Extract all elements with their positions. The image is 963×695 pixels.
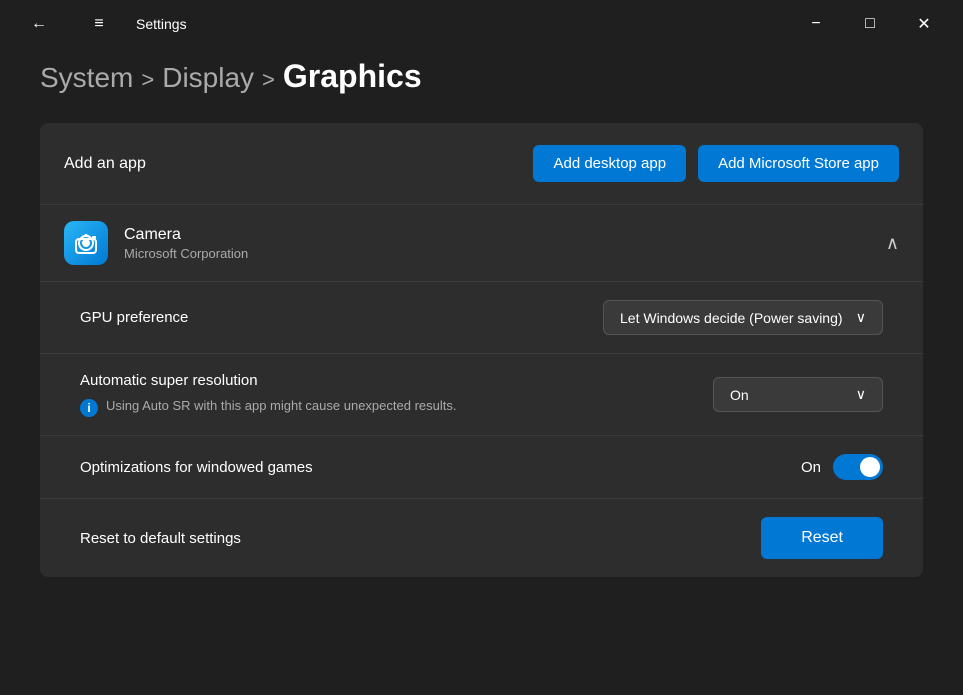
reset-button[interactable]: Reset <box>761 517 883 559</box>
reset-row: Reset to default settings Reset <box>40 499 923 577</box>
add-app-row: Add an app Add desktop app Add Microsoft… <box>40 123 923 205</box>
add-store-app-button[interactable]: Add Microsoft Store app <box>698 145 899 182</box>
breadcrumb-display[interactable]: Display <box>162 62 254 94</box>
main-content: System > Display > Graphics Add an app A… <box>0 58 963 577</box>
camera-app-item[interactable]: Camera Microsoft Corporation ∧ <box>40 205 923 282</box>
add-app-buttons: Add desktop app Add Microsoft Store app <box>533 145 899 182</box>
camera-app-icon <box>64 221 108 265</box>
breadcrumb-system[interactable]: System <box>40 62 133 94</box>
menu-button[interactable]: ≡ <box>76 8 122 40</box>
gpu-preference-label: GPU preference <box>80 309 188 326</box>
add-app-label: Add an app <box>64 155 146 173</box>
breadcrumb-graphics: Graphics <box>283 58 422 95</box>
auto-sr-desc-row: i Using Auto SR with this app might caus… <box>80 397 456 417</box>
camera-app-publisher: Microsoft Corporation <box>124 246 886 261</box>
gpu-preference-row: GPU preference Let Windows decide (Power… <box>40 282 923 354</box>
auto-sr-description: Using Auto SR with this app might cause … <box>106 397 456 415</box>
gpu-preference-value: Let Windows decide (Power saving) <box>620 310 843 326</box>
settings-panel: Add an app Add desktop app Add Microsoft… <box>40 123 923 577</box>
breadcrumb-sep-2: > <box>262 67 275 93</box>
title-bar: ← ≡ Settings − □ ✕ <box>0 0 963 48</box>
auto-sr-chevron-icon: ∨ <box>856 386 866 403</box>
app-title: Settings <box>136 16 187 32</box>
close-button[interactable]: ✕ <box>901 8 947 40</box>
windowed-games-row: Optimizations for windowed games On <box>40 436 923 499</box>
window-buttons: − □ ✕ <box>793 8 947 40</box>
auto-sr-value: On <box>730 387 749 403</box>
windowed-games-status: On <box>801 459 821 476</box>
reset-label: Reset to default settings <box>80 530 241 547</box>
windowed-games-label: Optimizations for windowed games <box>80 459 313 476</box>
camera-chevron-icon[interactable]: ∧ <box>886 233 899 254</box>
windowed-games-toggle[interactable] <box>833 454 883 480</box>
auto-sr-title: Automatic super resolution <box>80 372 456 389</box>
breadcrumb: System > Display > Graphics <box>40 58 923 95</box>
toggle-knob <box>860 457 880 477</box>
title-bar-controls: ← ≡ Settings <box>16 8 781 40</box>
auto-sr-row: Automatic super resolution i Using Auto … <box>40 354 923 436</box>
breadcrumb-sep-1: > <box>141 67 154 93</box>
auto-sr-dropdown[interactable]: On ∨ <box>713 377 883 412</box>
camera-app-name: Camera <box>124 226 886 244</box>
maximize-button[interactable]: □ <box>847 8 893 40</box>
auto-sr-info-icon: i <box>80 399 98 417</box>
back-button[interactable]: ← <box>16 8 62 40</box>
windowed-games-toggle-row: On <box>801 454 883 480</box>
camera-app-info: Camera Microsoft Corporation <box>124 226 886 261</box>
minimize-button[interactable]: − <box>793 8 839 40</box>
gpu-dropdown-chevron-icon: ∨ <box>856 309 866 326</box>
auto-sr-left: Automatic super resolution i Using Auto … <box>80 372 456 417</box>
add-desktop-app-button[interactable]: Add desktop app <box>533 145 686 182</box>
gpu-preference-dropdown[interactable]: Let Windows decide (Power saving) ∨ <box>603 300 883 335</box>
